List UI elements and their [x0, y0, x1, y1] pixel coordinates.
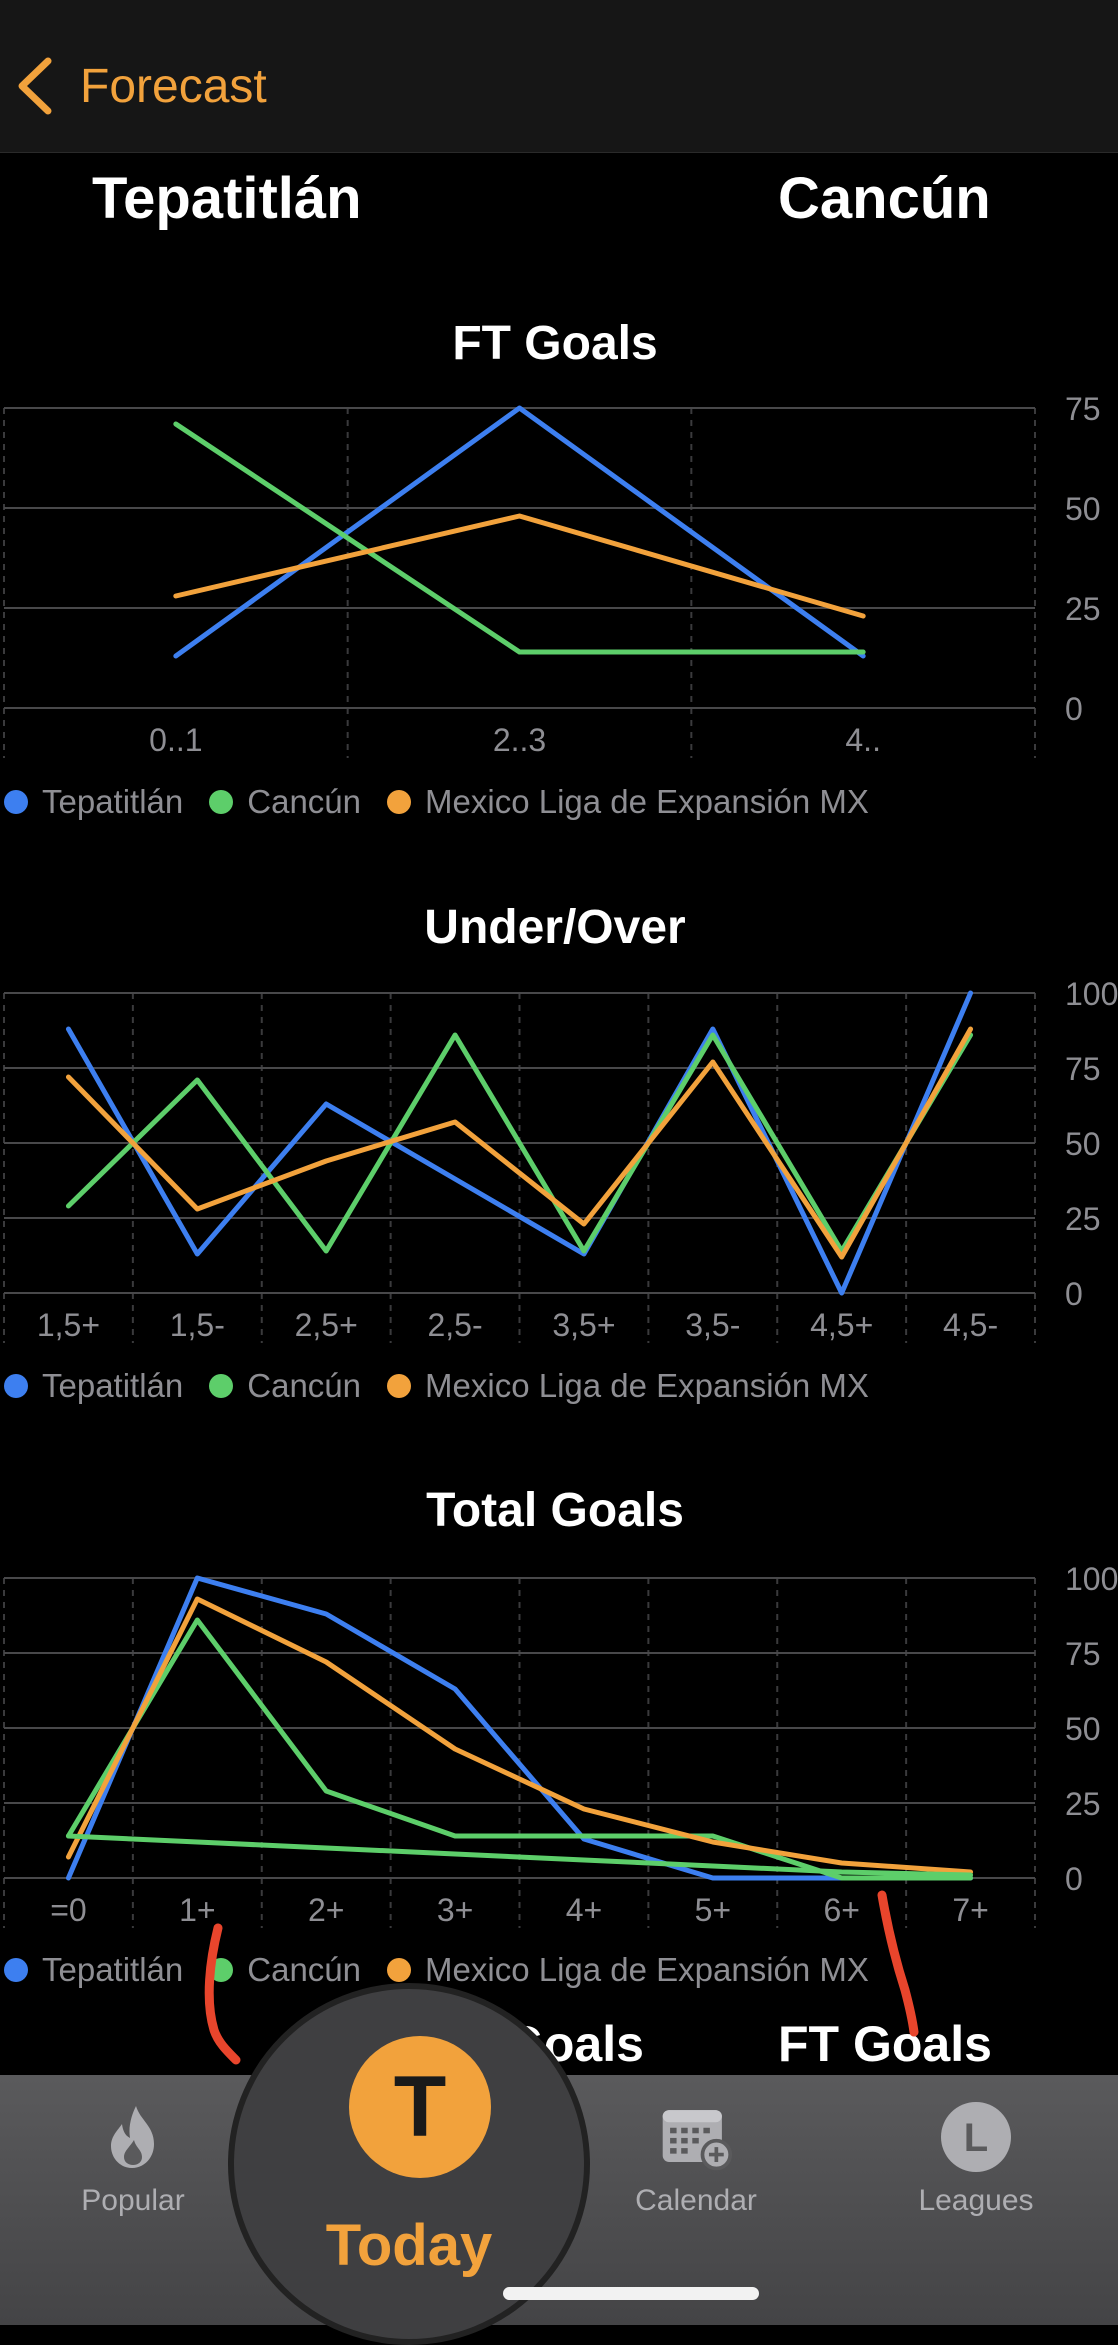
- legend-dot-away: [209, 790, 234, 814]
- series-line-0: [173, 405, 866, 659]
- legend-item-league: Mexico Liga de Expansión MX: [387, 783, 869, 821]
- chart-title-under-over: Under/Over: [424, 901, 686, 954]
- legend-item-away: Cancún: [209, 783, 361, 821]
- legend-item-home: Tepatitlán: [4, 1367, 183, 1405]
- y-tick-label: 0: [1065, 1861, 1083, 1897]
- tab-leagues[interactable]: L Leagues: [876, 2075, 1076, 2265]
- x-tick-label: 3+: [437, 1892, 473, 1928]
- legend-dot-home: [4, 1958, 28, 1982]
- legend-label-home: Tepatitlán: [42, 783, 184, 820]
- tab-calendar[interactable]: Calendar: [596, 2075, 796, 2265]
- x-tick-label: 6+: [823, 1892, 859, 1928]
- leagues-l-icon: L: [941, 2102, 1011, 2172]
- x-tick-label: 3,5-: [685, 1307, 740, 1343]
- legend-dot-away: [209, 1374, 234, 1398]
- y-tick-label: 25: [1065, 591, 1101, 627]
- ft-goals-chart: 0 25 50 75 0..1 2..3 4..: [3, 391, 1101, 758]
- legend-label-league: Mexico Liga de Expansión MX: [425, 1951, 869, 1988]
- y-tick-label: 100: [1065, 1561, 1118, 1597]
- x-tick-label: 4,5+: [810, 1307, 873, 1343]
- legend-label-home: Tepatitlán: [42, 1951, 184, 1988]
- next-section-title-right: FT Goals: [778, 2016, 992, 2072]
- x-tick-label: 2,5+: [295, 1307, 358, 1343]
- annotation-stroke-left: [204, 1923, 241, 2065]
- x-tick-label: 7+: [952, 1892, 988, 1928]
- calendar-add-icon: [662, 2110, 733, 2171]
- x-tick-label: 2..3: [493, 722, 546, 758]
- legend-item-home: Tepatitlán: [4, 783, 183, 821]
- under-over-chart: 0 25 50 75 100 1,5+ 1,5- 2,5+ 2,5- 3,5+ 3,5- 4,5+ 4,…: [3, 976, 1118, 1343]
- x-tick-label: 4,5-: [943, 1307, 998, 1343]
- x-tick-label: 5+: [695, 1892, 731, 1928]
- legend-dot-home: [4, 1374, 28, 1398]
- x-tick-label: 3,5+: [552, 1307, 615, 1343]
- x-tick-label: 2+: [308, 1892, 344, 1928]
- y-tick-label: 75: [1065, 1636, 1101, 1672]
- total-goals-legend: Tepatitlán Cancún Mexico Liga de Expansi…: [4, 1951, 895, 1989]
- x-tick-label: 1,5-: [170, 1307, 225, 1343]
- today-t-icon[interactable]: T: [349, 2036, 491, 2178]
- x-tick-label: 0..1: [149, 722, 202, 758]
- tab-label-calendar: Calendar: [635, 2184, 757, 2217]
- legend-label-league: Mexico Liga de Expansión MX: [425, 783, 869, 820]
- legend-item-home: Tepatitlán: [4, 1951, 183, 1989]
- tab-popular[interactable]: Popular: [33, 2075, 233, 2265]
- tab-label-popular: Popular: [81, 2184, 185, 2217]
- legend-item-away: Cancún: [209, 1367, 361, 1405]
- under-over-legend: Tepatitlán Cancún Mexico Liga de Expansi…: [4, 1367, 895, 1405]
- legend-label-away: Cancún: [247, 783, 362, 820]
- chart-title-ft-goals: FT Goals: [452, 317, 658, 370]
- chevron-left-icon: [18, 57, 52, 115]
- back-label: Forecast: [80, 59, 267, 113]
- legend-label-home: Tepatitlán: [42, 1367, 184, 1404]
- y-tick-label: 0: [1065, 691, 1083, 727]
- leagues-badge-letter: L: [964, 2116, 988, 2160]
- x-tick-label: 4..: [845, 722, 881, 758]
- y-tick-label: 50: [1065, 491, 1101, 527]
- legend-item-away: Cancún: [209, 1951, 361, 1989]
- y-tick-label: 0: [1065, 1276, 1083, 1312]
- y-tick-label: 50: [1065, 1126, 1101, 1162]
- tab-label-today[interactable]: Today: [228, 2212, 590, 2279]
- x-tick-label: 1,5+: [37, 1307, 100, 1343]
- legend-label-league: Mexico Liga de Expansión MX: [425, 1367, 869, 1404]
- x-tick-label: 2,5-: [427, 1307, 482, 1343]
- back-button[interactable]: Forecast: [14, 46, 267, 126]
- ft-goals-legend: Tepatitlán Cancún Mexico Liga de Expansi…: [4, 783, 895, 821]
- chart-title-total-goals: Total Goals: [426, 1484, 684, 1537]
- x-tick-label: 4+: [566, 1892, 602, 1928]
- tab-label-leagues: Leagues: [918, 2184, 1034, 2217]
- legend-dot-home: [4, 790, 28, 814]
- total-goals-chart: 0 25 50 75 100 =0 1+ 2+ 3+ 4+ 5+ 6+ 7+: [3, 1561, 1118, 1928]
- navigation-bar: Forecast: [0, 0, 1118, 153]
- x-tick-label: =0: [50, 1892, 86, 1928]
- y-tick-label: 25: [1065, 1786, 1101, 1822]
- away-team-name: Cancún: [778, 166, 991, 231]
- today-badge-letter: T: [393, 2058, 447, 2155]
- legend-label-away: Cancún: [247, 1367, 362, 1404]
- y-tick-label: 50: [1065, 1711, 1101, 1747]
- legend-label-away: Cancún: [247, 1951, 362, 1988]
- legend-item-league: Mexico Liga de Expansión MX: [387, 1951, 869, 1989]
- legend-dot-league: [387, 1958, 412, 1982]
- y-tick-label: 25: [1065, 1201, 1101, 1237]
- series-line-1: [173, 421, 866, 655]
- home-indicator: [503, 2287, 759, 2300]
- y-tick-label: 75: [1065, 391, 1101, 427]
- home-team-name: Tepatitlán: [92, 166, 362, 231]
- legend-dot-away: [209, 1958, 234, 1982]
- y-tick-label: 75: [1065, 1051, 1101, 1087]
- flame-icon: [111, 2106, 154, 2168]
- x-tick-label: 1+: [179, 1892, 215, 1928]
- legend-dot-league: [387, 790, 412, 814]
- y-tick-label: 100: [1065, 976, 1118, 1012]
- series-line-2: [173, 513, 866, 619]
- legend-item-league: Mexico Liga de Expansión MX: [387, 1367, 869, 1405]
- legend-dot-league: [387, 1374, 412, 1398]
